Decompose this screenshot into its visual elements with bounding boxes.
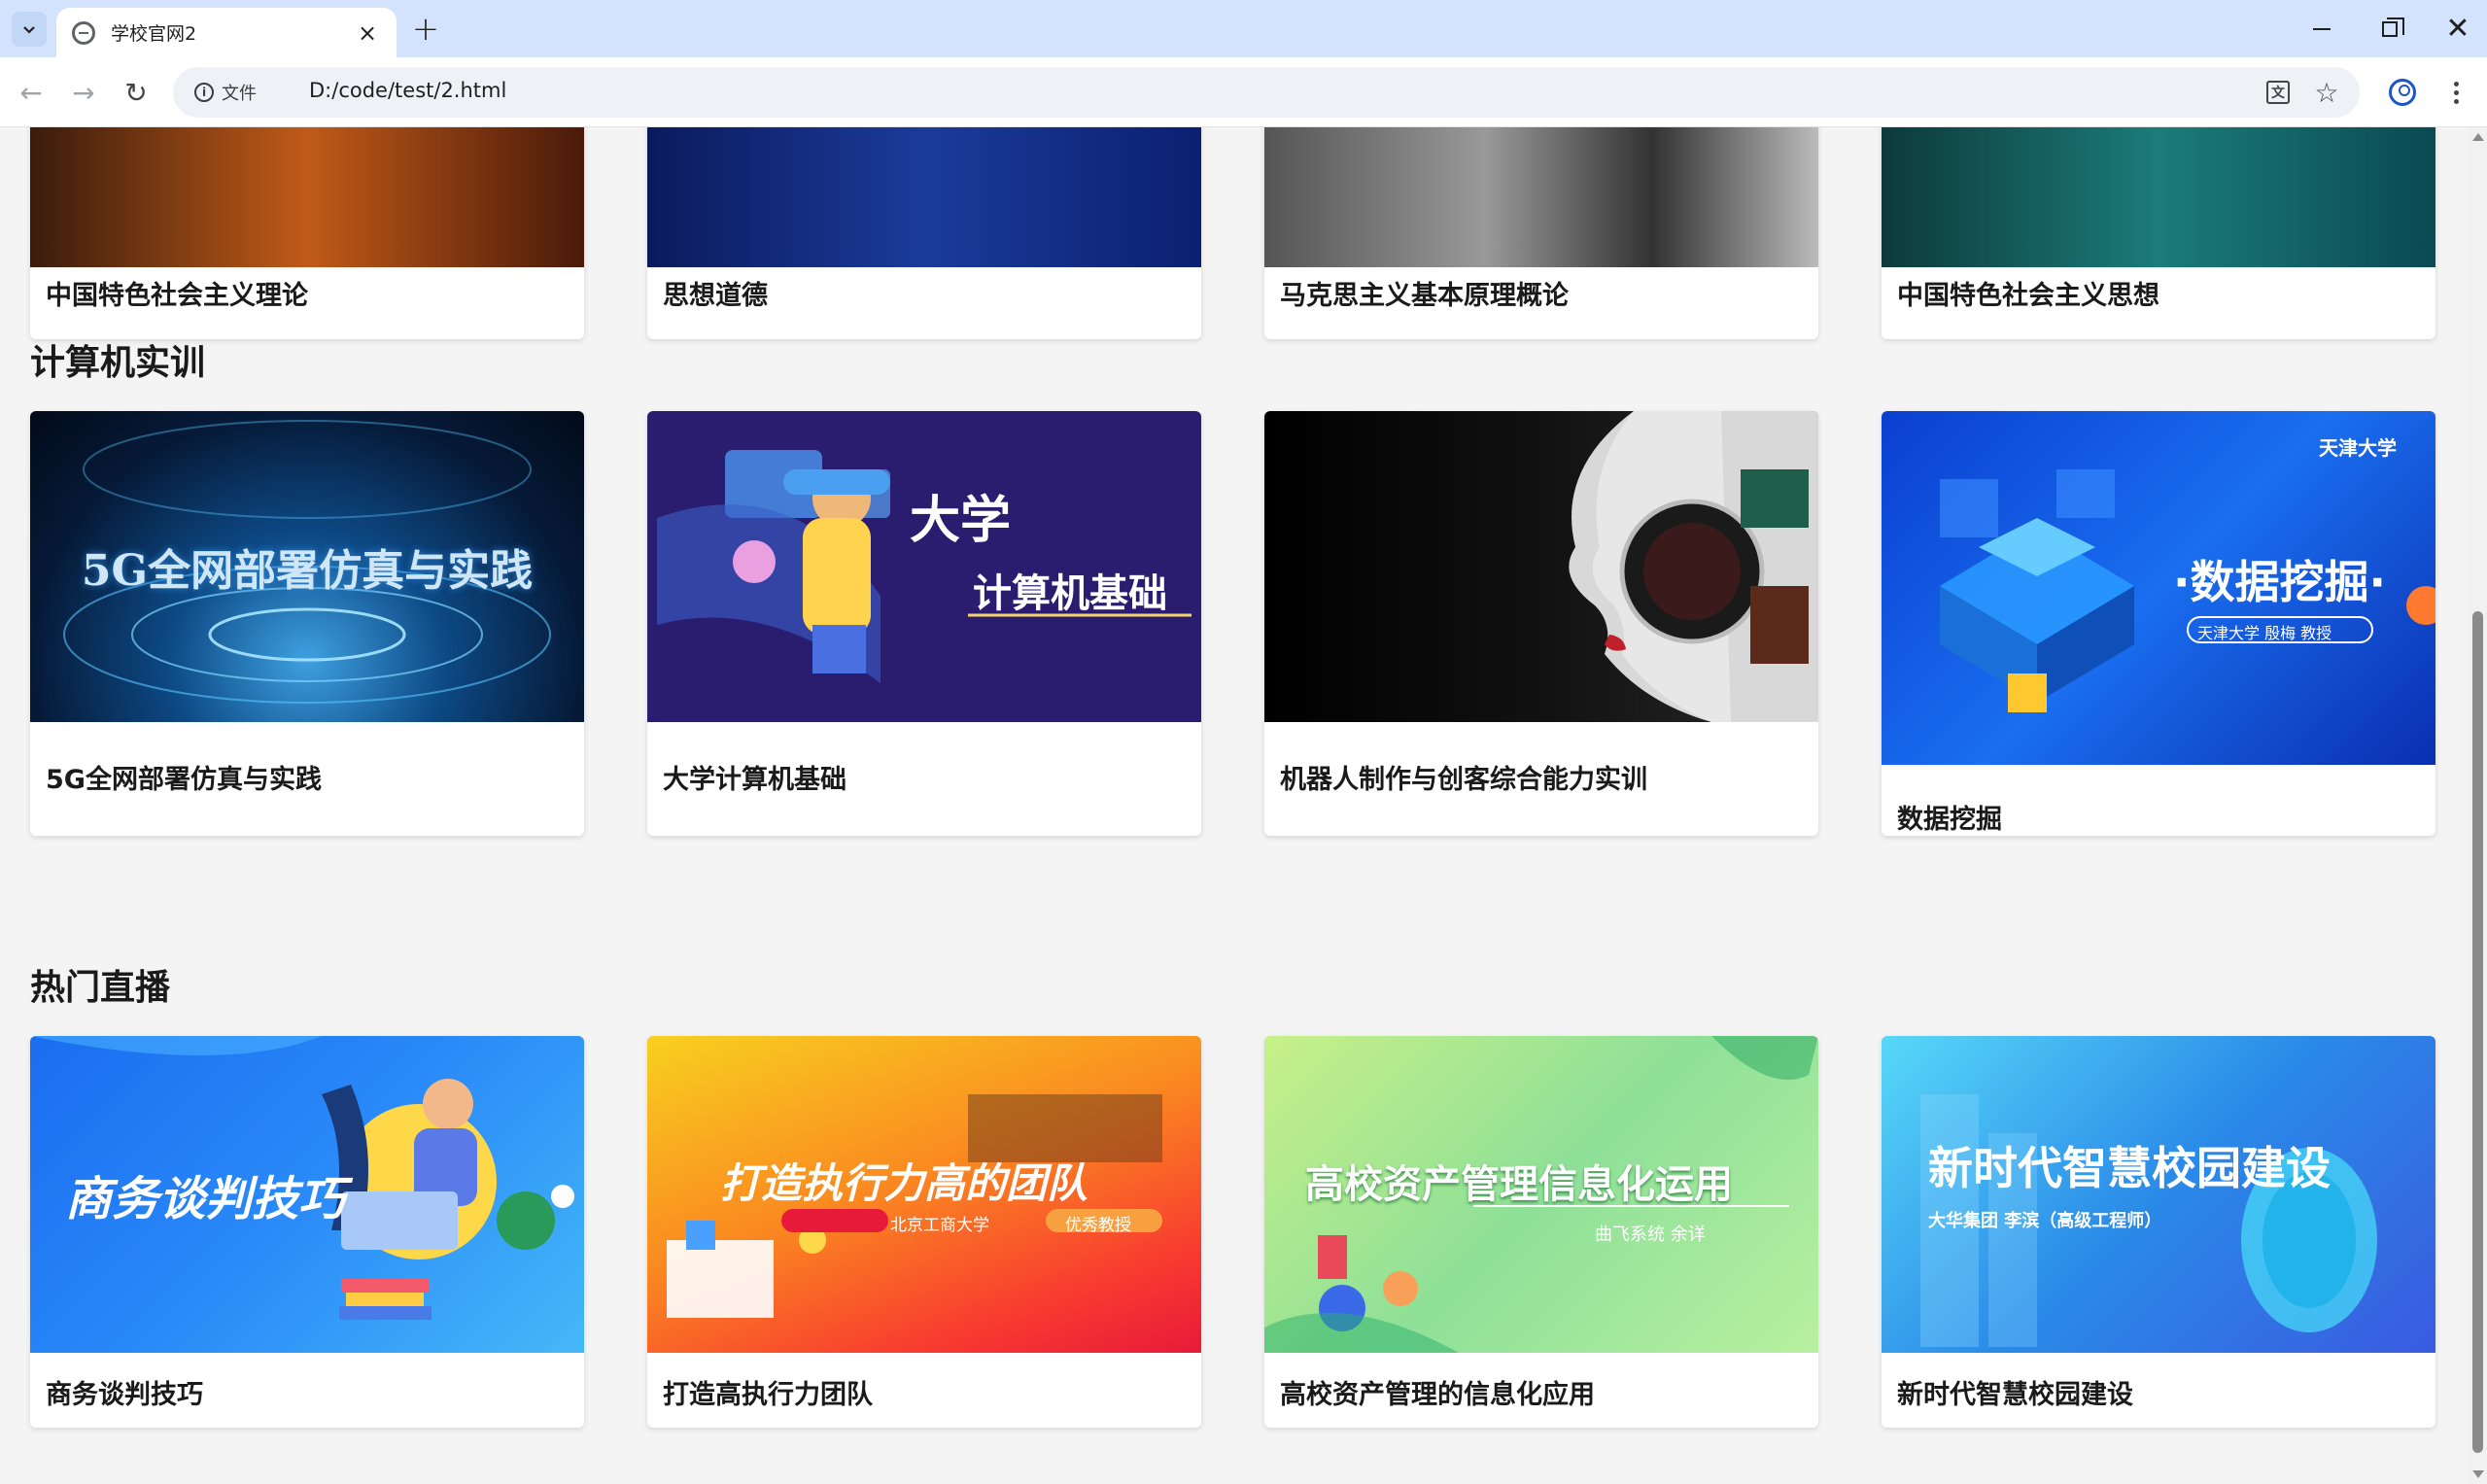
course-card[interactable]: 5G全网部署仿真与实践 5G全网部署仿真与实践 — [30, 411, 584, 836]
reload-icon[interactable]: ↻ — [119, 75, 154, 110]
course-image-text: 计算机基础 — [973, 570, 1167, 616]
course-title: 数据挖掘 — [1897, 805, 2002, 835]
course-title: 中国特色社会主义理论 — [46, 281, 308, 311]
course-title: 中国特色社会主义思想 — [1897, 281, 2159, 311]
course-image — [1882, 127, 2435, 267]
close-window-button[interactable]: ✕ — [2424, 0, 2487, 57]
course-card[interactable]: 中国特色社会主义理论 — [30, 127, 584, 339]
course-title: 5G全网部署仿真与实践 — [46, 765, 322, 795]
forward-arrow-icon[interactable]: → — [66, 75, 101, 110]
more-menu-icon[interactable] — [2441, 75, 2470, 110]
scroll-down-arrow-icon[interactable] — [2472, 1470, 2484, 1478]
course-image: 天津大学 ·数据挖掘· 天津大学 殷梅 教授 — [1882, 411, 2435, 765]
url-text[interactable]: D:/code/test/2.html — [309, 79, 506, 102]
live-title: 新时代智慧校园建设 — [1897, 1380, 2133, 1410]
new-tab-button[interactable]: + — [408, 10, 443, 49]
section-heading-computer: 计算机实训 — [30, 343, 206, 383]
live-image-text: 高校资产管理信息化运用 — [1305, 1162, 1733, 1207]
browser-tabbar: 学校官网2 × + ✕ — [0, 0, 2487, 57]
live-title: 打造高执行力团队 — [663, 1380, 873, 1410]
live-title: 商务谈判技巧 — [46, 1380, 203, 1410]
course-card[interactable]: 大学 计算机基础 大学计算机基础 — [647, 411, 1201, 836]
live-image: 打造执行力高的团队 北京工商大学 优秀教授 — [647, 1036, 1201, 1353]
live-card[interactable]: 新时代智慧校园建设 大华集团 李滨（高级工程师） 新时代智慧校园建设 — [1882, 1036, 2435, 1428]
scroll-up-arrow-icon[interactable] — [2472, 133, 2484, 141]
course-image-subtext: 天津大学 殷梅 教授 — [2197, 624, 2332, 642]
course-image — [30, 127, 584, 267]
course-image-text: 大学 — [910, 491, 1012, 550]
tab-search-chevron-icon[interactable] — [12, 12, 47, 47]
translate-icon[interactable]: 文 — [2262, 77, 2294, 108]
course-title: 思想道德 — [663, 281, 768, 311]
course-image — [1264, 411, 1818, 722]
course-image: 大学 计算机基础 — [647, 411, 1201, 722]
live-image-subtext: 北京工商大学 — [890, 1216, 989, 1235]
live-image-subtext: 曲飞系统 余详 — [1595, 1225, 1706, 1245]
site-info-button[interactable]: i 文件 — [185, 75, 266, 110]
tab-close-icon[interactable]: × — [354, 19, 381, 47]
profile-icon[interactable] — [2389, 79, 2416, 106]
vertical-scrollbar[interactable] — [2469, 127, 2487, 1484]
course-card[interactable]: 思想道德 — [647, 127, 1201, 339]
live-card[interactable]: 打造执行力高的团队 北京工商大学 优秀教授 打造高执行力团队 — [647, 1036, 1201, 1428]
course-title: 机器人制作与创客综合能力实训 — [1280, 765, 1647, 795]
site-info-label: 文件 — [222, 84, 257, 104]
live-image: 商务谈判技巧 — [30, 1036, 584, 1353]
live-image-text: 新时代智慧校园建设 — [1928, 1142, 2331, 1194]
live-image-text: 打造执行力高的团队 — [720, 1159, 1088, 1207]
browser-toolbar: ← → ↻ i 文件 D:/code/test/2.html 文 ☆ — [0, 57, 2487, 127]
minimize-button[interactable] — [2288, 0, 2356, 57]
live-title: 高校资产管理的信息化应用 — [1280, 1380, 1595, 1410]
tab-title: 学校官网2 — [111, 23, 197, 45]
globe-icon — [72, 20, 95, 45]
page-viewport: 中国特色社会主义理论 思想道德 马克思主义基本原理概论 中国特色社会主义思想 计… — [0, 127, 2469, 1484]
course-image: 5G全网部署仿真与实践 — [30, 411, 584, 722]
live-card[interactable]: 商务谈判技巧 商务谈判技巧 — [30, 1036, 584, 1428]
info-icon: i — [194, 83, 214, 102]
scroll-thumb[interactable] — [2472, 611, 2483, 1453]
course-image-text: 5G全网部署仿真与实践 — [81, 546, 534, 596]
live-image: 新时代智慧校园建设 大华集团 李滨（高级工程师） — [1882, 1036, 2435, 1353]
course-card[interactable]: 天津大学 ·数据挖掘· 天津大学 殷梅 教授 数据挖掘 — [1882, 411, 2435, 836]
live-image-text: 商务谈判技巧 — [65, 1172, 346, 1226]
section-heading-live: 热门直播 — [30, 968, 171, 1008]
browser-tab[interactable]: 学校官网2 × — [56, 8, 397, 57]
back-arrow-icon[interactable]: ← — [14, 75, 49, 110]
course-card[interactable]: 机器人制作与创客综合能力实训 — [1264, 411, 1818, 836]
course-title: 大学计算机基础 — [663, 765, 846, 795]
live-image-subtext: 优秀教授 — [1065, 1216, 1131, 1235]
restore-button[interactable] — [2356, 0, 2424, 57]
course-image — [1264, 127, 1818, 267]
course-image — [647, 127, 1201, 267]
course-title: 马克思主义基本原理概论 — [1280, 281, 1569, 311]
live-image: 高校资产管理信息化运用 曲飞系统 余详 — [1264, 1036, 1818, 1353]
university-logo: 天津大学 — [2319, 436, 2397, 460]
course-image-text: ·数据挖掘· — [2173, 556, 2386, 608]
bookmark-star-icon[interactable]: ☆ — [2311, 77, 2342, 109]
live-card[interactable]: 高校资产管理信息化运用 曲飞系统 余详 高校资产管理的信息化应用 — [1264, 1036, 1818, 1428]
course-card[interactable]: 马克思主义基本原理概论 — [1264, 127, 1818, 339]
live-image-subtext: 大华集团 李滨（高级工程师） — [1928, 1211, 2162, 1231]
course-card[interactable]: 中国特色社会主义思想 — [1882, 127, 2435, 339]
address-bar[interactable]: i 文件 D:/code/test/2.html 文 ☆ — [173, 67, 2360, 118]
